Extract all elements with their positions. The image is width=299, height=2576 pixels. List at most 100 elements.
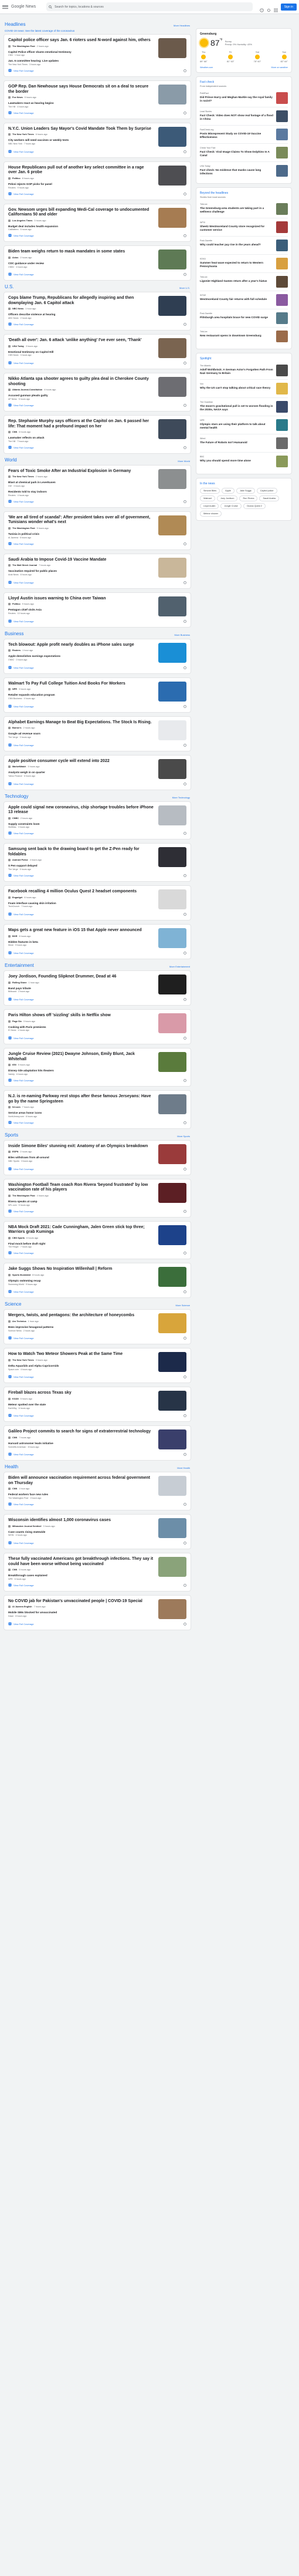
list-item[interactable]: TribLive The Greensburg-area students are…	[200, 200, 288, 218]
story-main[interactable]: Galileo Project commits to search for si…	[8, 1429, 186, 1450]
full-coverage-link[interactable]: View Full Coverage	[8, 1622, 186, 1626]
story-thumbnail[interactable]	[158, 1182, 186, 1203]
story-headline[interactable]: These fully vaccinated Americans got bre…	[8, 1557, 154, 1567]
share-icon[interactable]	[184, 403, 186, 407]
share-icon[interactable]	[184, 913, 186, 916]
topic-chip[interactable]: Simone Biles	[200, 488, 220, 494]
sub-story-publisher[interactable]: CNBC	[8, 659, 14, 661]
section-more-link[interactable]: More World	[178, 460, 190, 463]
share-icon[interactable]	[184, 362, 186, 365]
story-headline[interactable]: N.J. is re-naming Parkway rest stops aft…	[8, 1094, 154, 1104]
story-main[interactable]: Fears of Toxic Smoke After an Industrial…	[8, 468, 186, 497]
sub-story-headline[interactable]: Delta Aquariids and Alpha Capricornids	[8, 1364, 154, 1368]
story-publisher[interactable]: Fox News	[12, 96, 23, 99]
list-item-headline[interactable]: Sheetz Westmoreland County store recogni…	[200, 225, 274, 231]
story-headline[interactable]: Fears of Toxic Smoke After an Industrial…	[8, 469, 154, 474]
sub-story-headline[interactable]: Capitol Police officer shares emotional …	[8, 50, 154, 54]
list-item-headline[interactable]: Did Prince Harry and Meghan Markle say t…	[200, 96, 274, 102]
section-title[interactable]: World	[5, 457, 17, 463]
sub-story-publisher[interactable]: E! News	[8, 1029, 16, 1031]
sub-story-headline[interactable]: Rivera speaks at camp	[8, 1200, 154, 1203]
story-headline[interactable]: Biden team weighs return to mask mandate…	[8, 249, 154, 255]
settings-icon[interactable]	[267, 5, 271, 12]
section-title[interactable]: U.S.	[5, 284, 14, 289]
sub-story-headline[interactable]: City workers will need vaccines or weekl…	[8, 139, 154, 142]
story-headline[interactable]: Alphabet Earnings Manage to Beat Big Exp…	[8, 720, 154, 726]
topic-chip[interactable]: Jungle Cruise	[220, 503, 242, 509]
story-main[interactable]: Joey Jordison, Founding Slipknot Drummer…	[8, 975, 186, 995]
story-publisher[interactable]: Rolling Stone	[12, 982, 26, 984]
share-icon[interactable]	[184, 323, 186, 326]
share-icon[interactable]	[184, 1121, 186, 1124]
full-coverage-link[interactable]: View Full Coverage	[8, 581, 186, 585]
sub-story-publisher[interactable]: CalMatters	[8, 228, 18, 231]
story-main[interactable]: Biden will announce vaccination requirem…	[8, 1476, 186, 1499]
sub-story-publisher[interactable]: Billboard	[8, 990, 16, 993]
story-publisher[interactable]: ESPN	[12, 1151, 18, 1153]
sub-story-headline[interactable]: Meteor spotted over the state	[8, 1403, 154, 1407]
share-icon[interactable]	[184, 1583, 186, 1587]
story-headline[interactable]: How to Watch Two Meteor Showers Peak at …	[8, 1352, 154, 1357]
share-icon[interactable]	[184, 1542, 186, 1545]
sub-story-publisher[interactable]: The Hill	[8, 106, 15, 108]
full-coverage-link[interactable]: View Full Coverage	[8, 69, 186, 73]
sub-story-publisher[interactable]: Space.com	[8, 1368, 19, 1371]
story-headline[interactable]: Saudi Arabia to Impose Covid-19 Vaccine …	[8, 558, 154, 563]
full-coverage-link[interactable]: View Full Coverage	[8, 1167, 186, 1171]
sub-story-publisher[interactable]: iMore	[8, 944, 13, 946]
share-icon[interactable]	[184, 500, 186, 503]
story-main[interactable]: GOP Rep. Dan Newhouse says House Democra…	[8, 85, 186, 108]
sub-story-publisher[interactable]: Science News	[8, 1330, 22, 1332]
sub-story-publisher[interactable]: Reuters	[8, 494, 16, 497]
sub-story-headline[interactable]: Cooking with Paris premieres	[8, 1026, 154, 1029]
sub-story-publisher[interactable]: NPR	[8, 1578, 13, 1580]
sub-story-headline[interactable]: Biles withdraws from all-around	[8, 1156, 154, 1159]
story-thumbnail[interactable]	[158, 1476, 186, 1496]
sub-story-publisher[interactable]: Scientific American	[8, 1446, 26, 1448]
sub-story-headline[interactable]: Band pays tribute	[8, 987, 154, 990]
story-publisher[interactable]: The New York Times	[12, 1359, 34, 1361]
story-headline[interactable]: Washington Football Team coach Ron River…	[8, 1183, 154, 1193]
story-publisher[interactable]: CNN	[12, 431, 17, 433]
list-item[interactable]: TribLive New restaurant opens in downtown…	[200, 327, 288, 345]
story-main[interactable]: How to Watch Two Meteor Showers Peak at …	[8, 1352, 186, 1373]
share-icon[interactable]	[184, 1375, 186, 1379]
sub-story-publisher[interactable]: WISN	[8, 1534, 13, 1536]
sub-story-publisher[interactable]: Dawn	[8, 1615, 13, 1617]
story-headline[interactable]: Wisconsin identifies almost 1,000 corona…	[8, 1518, 154, 1523]
story-headline[interactable]: GOP Rep. Dan Newhouse says House Democra…	[8, 85, 154, 95]
story-headline[interactable]: Lloyd Austin issues warning to China ove…	[8, 596, 154, 602]
list-item-headline[interactable]: The Greensburg-area students are taking …	[200, 207, 274, 213]
story-main[interactable]: House Republicans pull out of another ke…	[8, 165, 186, 189]
sub-story-publisher[interactable]: CNBC	[8, 266, 14, 268]
section-more-link[interactable]: More U.S.	[179, 286, 190, 289]
story-publisher[interactable]: Axios	[12, 257, 18, 259]
share-icon[interactable]	[184, 234, 186, 238]
full-coverage-link[interactable]: View Full Coverage	[8, 1336, 186, 1340]
share-icon[interactable]	[184, 1622, 186, 1626]
sub-story-publisher[interactable]: Variety	[8, 1073, 15, 1075]
full-coverage-link[interactable]: View Full Coverage	[8, 1375, 186, 1379]
story-headline[interactable]: NBA Mock Draft 2021: Cade Cunningham, Ja…	[8, 1225, 154, 1235]
share-icon[interactable]	[184, 952, 186, 955]
topic-chip[interactable]: Joey Jordison	[217, 495, 238, 501]
story-publisher[interactable]: USA Today	[12, 345, 24, 348]
full-coverage-link[interactable]: View Full Coverage	[8, 1121, 186, 1125]
story-thumbnail[interactable]	[158, 805, 186, 825]
story-publisher[interactable]: Ars Technica	[12, 1320, 26, 1323]
share-icon[interactable]	[184, 704, 186, 708]
sub-story-publisher[interactable]: NBC New York	[8, 143, 22, 145]
list-item-headline[interactable]: The Future of Robots Isn't Humanoid	[200, 441, 274, 444]
search-input[interactable]: Search for topics, locations & sources	[46, 2, 253, 11]
story-publisher[interactable]: Android Police	[12, 859, 28, 861]
sub-story-headline[interactable]: Case counts rising statewide	[8, 1530, 154, 1534]
local-title[interactable]: Beyond the headlines	[200, 191, 288, 195]
sub-story-headline[interactable]: Accused gunman pleads guilty	[8, 394, 154, 397]
sub-story-headline[interactable]: Hidden features in beta	[8, 940, 154, 944]
section-more-link[interactable]: More Entertainment	[169, 965, 190, 968]
story-thumbnail[interactable]	[158, 720, 186, 740]
list-item[interactable]: TribLive Ligonier Highland Games return a…	[200, 272, 288, 291]
sub-story-publisher[interactable]: 9to5Mac	[8, 826, 16, 828]
story-headline[interactable]: Walmart To Pay Full College Tuition And …	[8, 682, 154, 687]
story-main[interactable]: Fireball blazes across Texas sky KXAN 5 ho…	[8, 1391, 186, 1411]
